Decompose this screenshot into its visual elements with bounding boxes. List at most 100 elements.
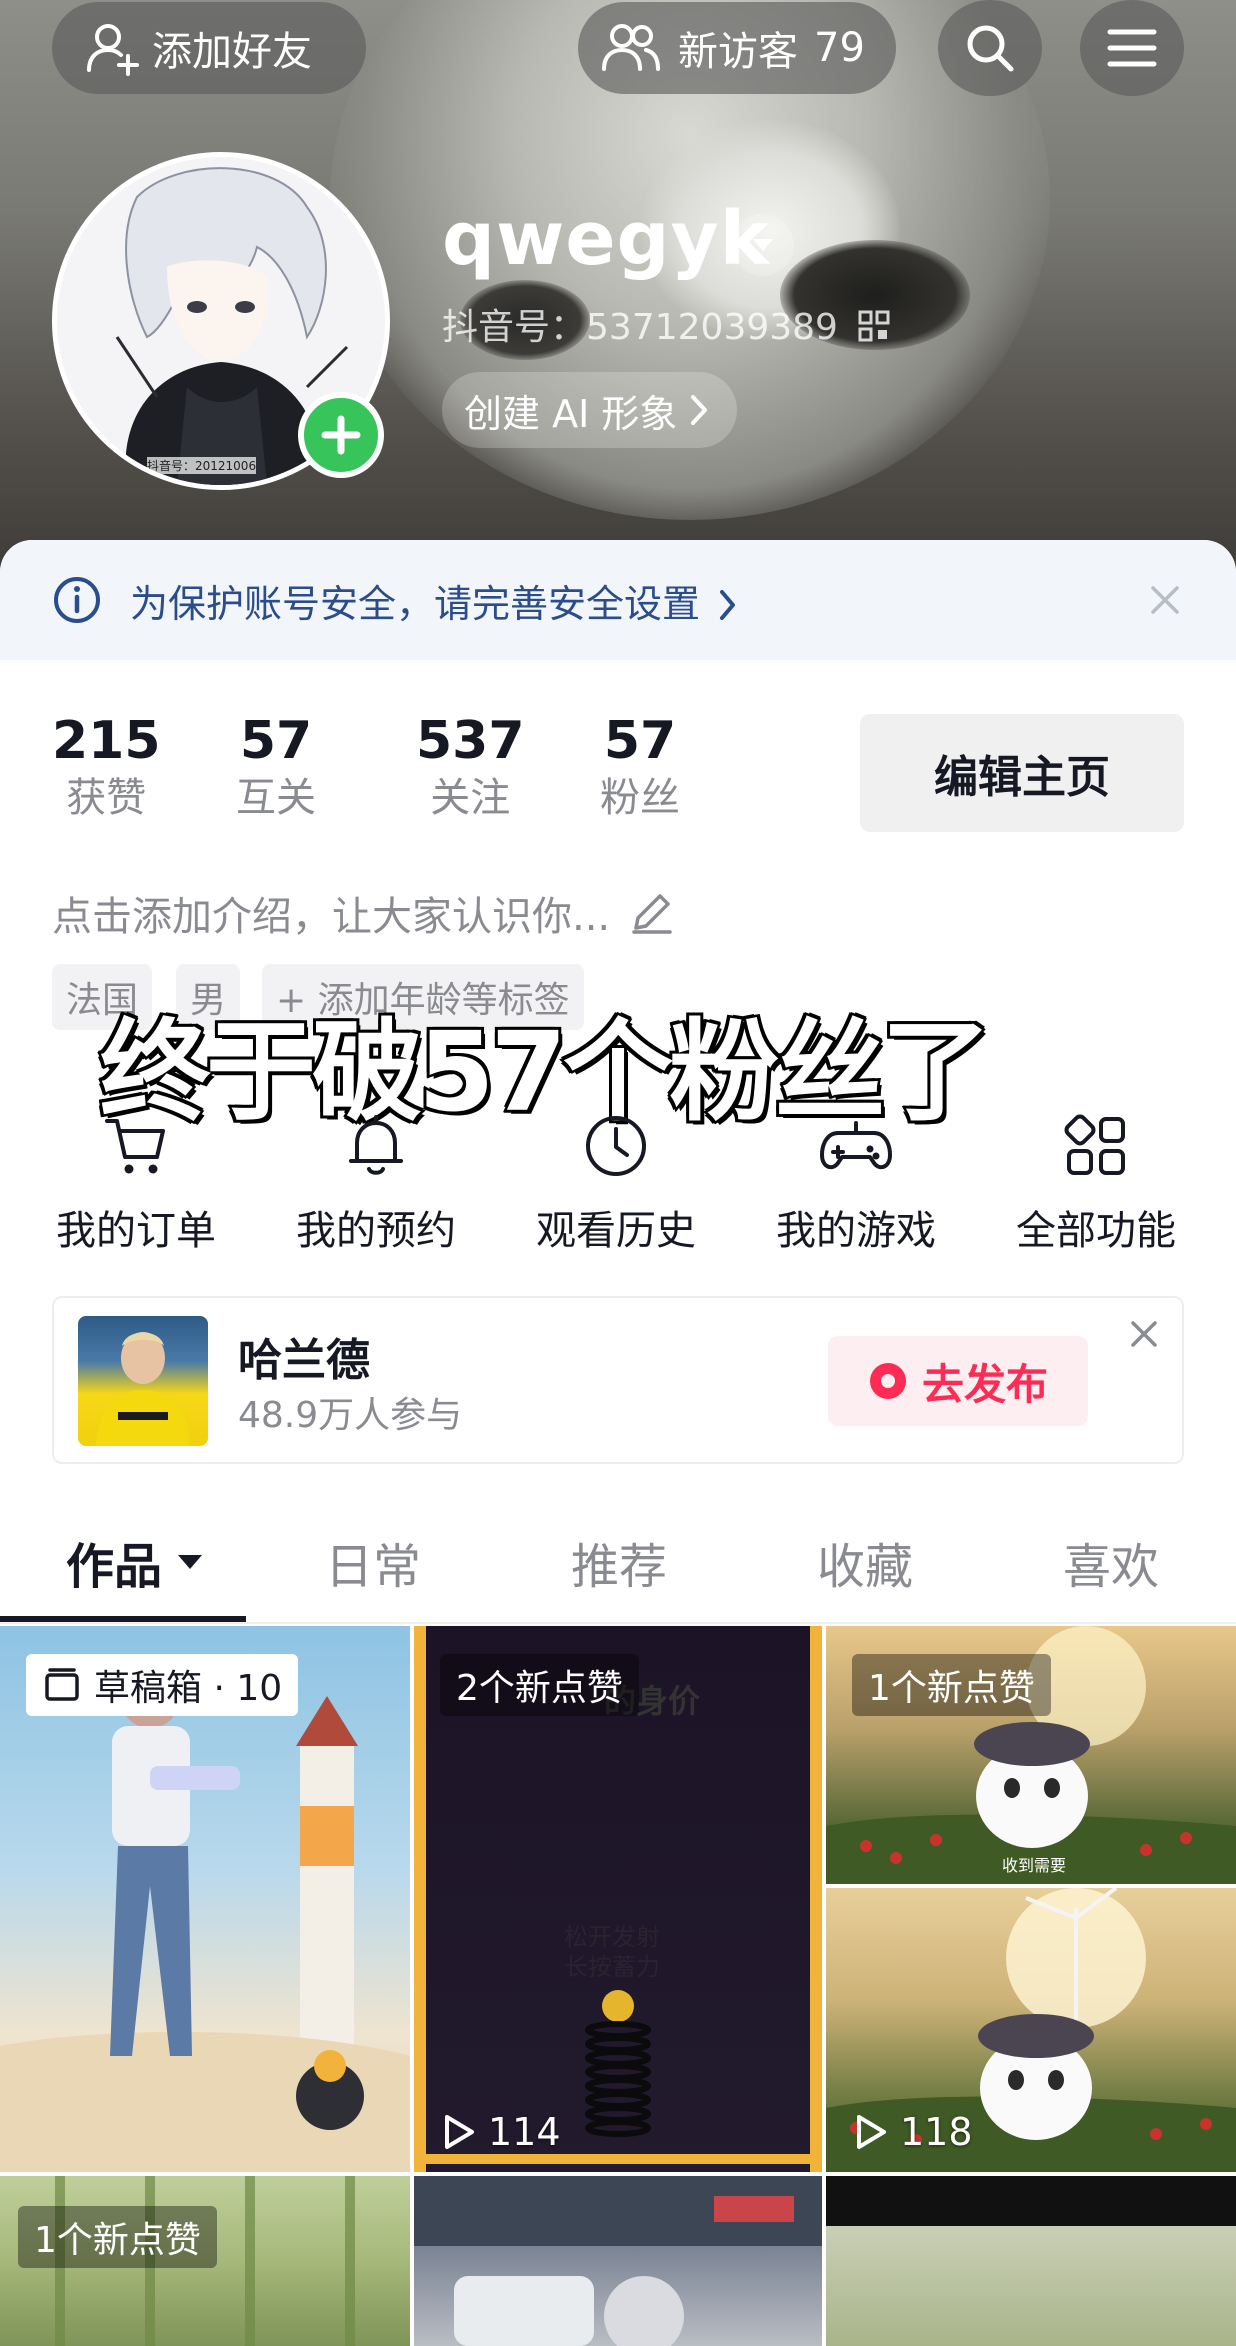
func-label: 我的订单	[56, 1208, 216, 1254]
menu-button[interactable]	[1080, 0, 1184, 96]
chevron-right-icon	[691, 395, 708, 425]
stat-value: 57	[603, 711, 677, 771]
edit-profile-button[interactable]: 编辑主页	[860, 714, 1184, 832]
stat-value: 57	[239, 711, 313, 771]
func-watch-history[interactable]: 观看历史	[516, 1108, 716, 1256]
add-friend-label: 添加好友	[152, 29, 312, 75]
topic-banner[interactable]: 哈兰德 48.9万人参与 去发布	[52, 1296, 1184, 1464]
profile-header: 添加好友 新访客 79 抖音号：20121006 qwegyk 抖音号：5371…	[0, 0, 1236, 600]
publish-button[interactable]: 去发布	[828, 1336, 1088, 1426]
add-friend-button[interactable]: 添加好友	[52, 2, 366, 94]
video-card[interactable]: 118	[826, 1888, 1236, 2172]
bio-prompt[interactable]: 点击添加介绍，让大家认识你...	[52, 884, 676, 942]
clock-icon	[586, 1116, 646, 1176]
stat-following[interactable]: 537 关注	[416, 710, 525, 824]
info-icon	[54, 577, 100, 623]
video-card[interactable]: 的身价 松开发射 长按蓄力 2个新点赞 114	[414, 1626, 822, 2172]
func-label: 我的游戏	[776, 1208, 936, 1254]
play-count-value: 114	[488, 2110, 561, 2154]
func-my-games[interactable]: 我的游戏	[756, 1108, 956, 1256]
search-icon	[967, 25, 1014, 72]
func-label: 我的预约	[296, 1208, 456, 1254]
video-card[interactable]	[414, 2176, 822, 2346]
tab-label: 作品	[65, 1539, 162, 1595]
create-ai-avatar-button[interactable]: 创建 AI 形象	[442, 372, 738, 448]
func-my-orders[interactable]: 我的订单	[36, 1108, 236, 1256]
grid-icon	[1064, 1114, 1125, 1175]
account-switch-button[interactable]	[732, 214, 794, 276]
play-icon	[857, 2115, 886, 2149]
stat-label: 互关	[236, 775, 316, 821]
new-likes-badge: 2个新点赞	[440, 1654, 639, 1716]
stat-likes[interactable]: 215 获赞	[52, 710, 161, 824]
video-thumbnail-bg	[826, 2226, 1236, 2346]
add-story-button[interactable]	[298, 392, 384, 478]
thumbnail-caption: 收到需要	[1002, 1856, 1067, 1875]
username: qwegyk	[442, 196, 770, 282]
video-card[interactable]: 收到需要 1个新点赞	[826, 1626, 1236, 1884]
drafts-badge-label: 草稿箱 · 10	[94, 1668, 283, 1709]
drafts-badge: 草稿箱 · 10	[26, 1654, 299, 1716]
triangle-down-icon	[178, 1555, 202, 1569]
tab-daily[interactable]: 日常	[278, 1500, 468, 1624]
tab-works[interactable]: 作品	[40, 1500, 230, 1624]
player-silhouette-image	[96, 1332, 190, 1446]
visitors-icon	[602, 24, 660, 71]
chevron-right-icon	[720, 589, 736, 620]
tab-likes[interactable]: 喜欢	[1016, 1500, 1206, 1624]
new-likes-badge: 1个新点赞	[18, 2206, 217, 2268]
func-all-features[interactable]: 全部功能	[996, 1108, 1196, 1256]
stat-followers[interactable]: 57 粉丝	[600, 710, 680, 824]
func-my-reservations[interactable]: 我的预约	[276, 1108, 476, 1256]
topic-thumbnail	[78, 1316, 208, 1446]
visitors-label: 新访客	[678, 29, 798, 75]
drafts-box-icon	[45, 1668, 79, 1701]
security-notice-text: 为保护账号安全，请完善安全设置	[130, 573, 738, 628]
stat-label: 获赞	[66, 775, 147, 821]
search-button[interactable]	[938, 0, 1042, 96]
gamepad-icon	[820, 1121, 892, 1170]
video-card-drafts[interactable]: 草稿箱 · 10	[0, 1626, 410, 2172]
video-card[interactable]: 1个新点赞	[0, 2176, 410, 2346]
function-row: 我的订单 我的预约 观看历史 我的游戏 全部功能	[0, 1108, 1236, 1258]
stat-label: 关注	[430, 775, 511, 821]
topic-participants: 48.9万人参与	[238, 1395, 463, 1436]
tab-favorites[interactable]: 收藏	[770, 1500, 960, 1624]
publish-button-label: 去发布	[921, 1359, 1048, 1409]
avatar-watermark: 抖音号：20121006	[147, 457, 257, 474]
pencil-icon	[632, 894, 672, 934]
stat-value: 537	[416, 711, 525, 771]
add-user-icon	[87, 24, 139, 76]
new-visitors-button[interactable]: 新访客 79	[578, 2, 896, 94]
douyin-id[interactable]: 抖音号：53712039389	[442, 298, 891, 350]
play-count-value: 118	[900, 2110, 973, 2154]
active-tab-indicator	[0, 1616, 246, 1622]
hamburger-menu-icon	[1107, 29, 1157, 67]
street-scene-art	[414, 2176, 822, 2346]
douyin-id-label: 抖音号：	[442, 307, 587, 348]
qr-code-icon[interactable]	[857, 309, 891, 343]
cart-icon	[105, 1119, 165, 1174]
banner-close-button[interactable]	[1120, 1310, 1168, 1358]
security-notice-bar[interactable]: 为保护账号安全，请完善安全设置	[0, 540, 1236, 660]
camera-icon	[869, 1363, 906, 1399]
play-count: 114	[438, 2110, 561, 2154]
close-icon[interactable]	[1148, 583, 1182, 617]
douyin-id-value: 53712039389	[586, 307, 838, 348]
topic-title: 哈兰德	[238, 1335, 370, 1386]
tab-recommended[interactable]: 推荐	[524, 1500, 714, 1624]
func-label: 全部功能	[1016, 1208, 1176, 1254]
triangle-down-icon	[753, 239, 773, 251]
func-label: 观看历史	[536, 1208, 696, 1254]
play-count: 118	[850, 2110, 973, 2154]
video-grid: 草稿箱 · 10 的身价 松开发射 长按蓄力 2个新点赞 114 收到需要 1个…	[0, 1626, 1236, 2346]
content-tabs: 作品 日常 推荐 收藏 喜欢	[0, 1500, 1236, 1624]
stat-mutual[interactable]: 57 互关	[236, 710, 316, 824]
profile-sheet: 为保护账号安全，请完善安全设置 215 获赞 57 互关 537 关注 57 粉…	[0, 540, 1236, 2346]
visitors-count: 79	[814, 25, 865, 71]
plus-icon	[321, 415, 361, 455]
bio-placeholder: 点击添加介绍，让大家认识你...	[52, 894, 611, 940]
video-card[interactable]	[826, 2176, 1236, 2346]
stat-label: 粉丝	[600, 775, 680, 821]
create-ai-avatar-label: 创建 AI 形象	[464, 391, 678, 436]
